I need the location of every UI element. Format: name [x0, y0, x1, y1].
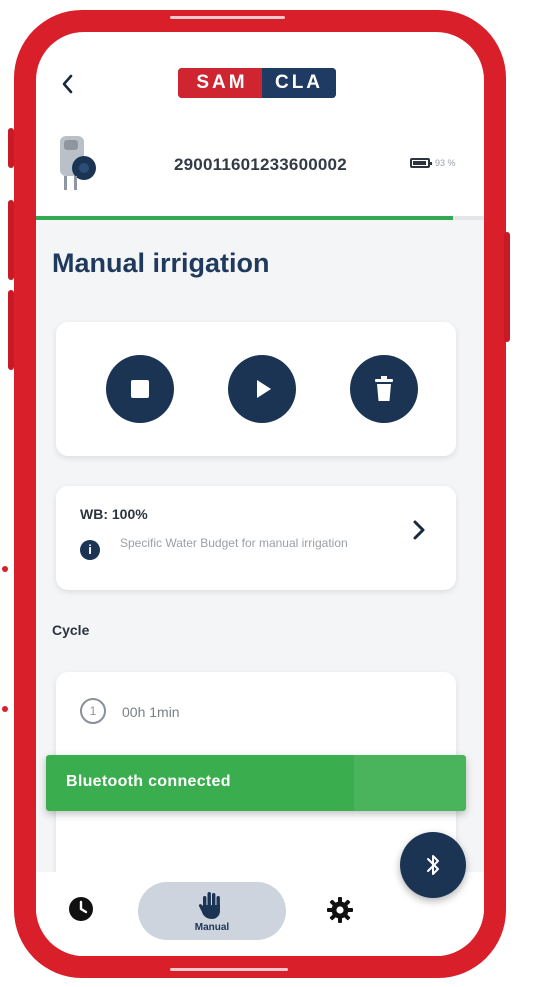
device-image: [54, 132, 100, 192]
water-budget-card[interactable]: WB: 100% i Specific Water Budget for man…: [56, 486, 456, 590]
settings-nav-button[interactable]: [326, 896, 354, 924]
battery-fill: [413, 161, 426, 165]
snackbar-message: Bluetooth connected: [66, 773, 231, 790]
chevron-left-icon: [62, 74, 73, 94]
gear-icon: [327, 897, 353, 923]
snackbar-shade: [354, 755, 466, 811]
samcla-logo: SAM CLA: [178, 68, 336, 98]
side-dot: [2, 566, 8, 572]
app-screen: SAM CLA 290011601233600002 93 % Manual i…: [36, 32, 484, 956]
manual-nav-button[interactable]: Manual: [138, 882, 286, 940]
page-title: Manual irrigation: [52, 248, 270, 278]
logo-text-part1: SAM: [178, 68, 262, 98]
back-button[interactable]: [56, 70, 80, 98]
logo-text-part2: CLA: [262, 68, 336, 98]
side-button: [8, 200, 14, 280]
clock-icon: [69, 897, 93, 921]
cycle-section-label: Cycle: [52, 622, 90, 638]
battery-percentage: 93 %: [435, 158, 456, 168]
water-budget-label: WB: 100%: [80, 506, 148, 522]
history-nav-button[interactable]: [68, 896, 94, 922]
side-dot: [2, 706, 8, 712]
side-button: [8, 128, 14, 168]
water-budget-description: Specific Water Budget for manual irrigat…: [120, 536, 348, 550]
side-button: [8, 290, 14, 370]
bluetooth-button[interactable]: [400, 832, 466, 898]
delete-button[interactable]: [350, 355, 418, 423]
battery-icon: [410, 158, 432, 168]
manual-nav-label: Manual: [194, 922, 230, 933]
play-button[interactable]: [228, 355, 296, 423]
speaker-slot: [170, 16, 285, 19]
bluetooth-icon: [427, 855, 439, 875]
device-serial-number: 290011601233600002: [174, 155, 347, 174]
cycle-number-badge: 1: [80, 698, 106, 724]
trash-icon: [375, 376, 393, 401]
home-indicator: [170, 968, 288, 971]
play-icon: [257, 380, 271, 398]
chevron-right-icon: [410, 516, 428, 552]
info-icon: i: [80, 540, 100, 560]
side-button: [504, 232, 510, 342]
irrigation-controls-card: [56, 322, 456, 456]
battery-status: 93 %: [410, 158, 456, 168]
stop-button[interactable]: [106, 355, 174, 423]
bluetooth-snackbar: Bluetooth connected: [46, 755, 466, 811]
cycle-duration: 00h 1min: [122, 704, 180, 720]
hand-icon: [198, 892, 220, 919]
stop-icon: [131, 380, 149, 398]
